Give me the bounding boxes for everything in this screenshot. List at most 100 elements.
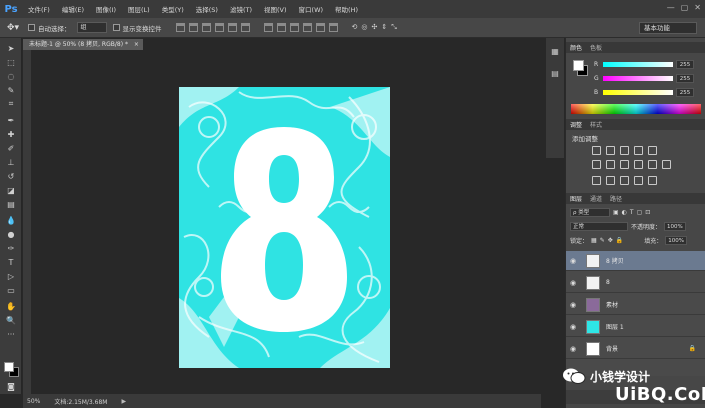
- photo-filter-icon[interactable]: [634, 160, 643, 169]
- align-vcenter-icon[interactable]: [188, 23, 198, 32]
- tab-layers[interactable]: 图层: [570, 194, 582, 203]
- visibility-eye-icon[interactable]: ◉: [566, 257, 580, 265]
- align-left-icon[interactable]: [214, 23, 224, 32]
- workspace-dropdown[interactable]: 基本功能: [639, 22, 697, 34]
- tab-paths[interactable]: 路径: [610, 194, 622, 203]
- menu-layer[interactable]: 图层(L): [122, 4, 156, 14]
- color-panel-foreground[interactable]: [573, 60, 584, 71]
- distribute-top-icon[interactable]: [263, 23, 273, 32]
- lasso-tool-icon[interactable]: ◌: [4, 70, 18, 82]
- menu-file[interactable]: 文件(F): [22, 4, 56, 14]
- color-lookup-icon[interactable]: [662, 160, 671, 169]
- align-hcenter-icon[interactable]: [227, 23, 237, 32]
- brush-tool-icon[interactable]: ✐: [4, 142, 18, 154]
- marquee-tool-icon[interactable]: ⬚: [4, 56, 18, 68]
- visibility-eye-icon[interactable]: ◉: [566, 301, 580, 309]
- layer-row-background[interactable]: ◉ 背景 🔒: [566, 339, 705, 359]
- document-tab[interactable]: 未标题-1 @ 50% (8 拷贝, RGB/8) * ×: [23, 39, 143, 50]
- color-balance-icon[interactable]: [606, 160, 615, 169]
- slider-b-track[interactable]: [603, 89, 673, 95]
- curves-icon[interactable]: [620, 146, 629, 155]
- posterize-icon[interactable]: [606, 176, 615, 185]
- visibility-eye-icon[interactable]: ◉: [566, 323, 580, 331]
- properties-panel-icon[interactable]: ▤: [550, 68, 560, 78]
- show-transform-checkbox[interactable]: [112, 24, 120, 31]
- show-transform-option[interactable]: 显示变换控件: [112, 23, 162, 33]
- zoom-level[interactable]: 50%: [27, 398, 40, 405]
- minimize-button[interactable]: —: [667, 3, 675, 12]
- blur-tool-icon[interactable]: 💧: [4, 214, 18, 226]
- black-white-icon[interactable]: [620, 160, 629, 169]
- distribute-right-icon[interactable]: [328, 23, 338, 32]
- menu-select[interactable]: 选择(S): [190, 4, 224, 14]
- slider-r-track[interactable]: [603, 61, 673, 67]
- auto-select-option[interactable]: 自动选择：: [28, 23, 71, 33]
- maximize-button[interactable]: ▢: [681, 3, 689, 12]
- 3d-drag-icon[interactable]: ✣: [371, 23, 377, 32]
- align-bottom-icon[interactable]: [201, 23, 211, 32]
- document-canvas[interactable]: [179, 87, 390, 368]
- visibility-eye-icon[interactable]: ◉: [566, 345, 580, 353]
- levels-icon[interactable]: [606, 146, 615, 155]
- history-brush-tool-icon[interactable]: ↺: [4, 170, 18, 182]
- slider-g-track[interactable]: [603, 75, 673, 81]
- pen-tool-icon[interactable]: ✑: [4, 242, 18, 254]
- crop-tool-icon[interactable]: ⌗: [4, 98, 18, 110]
- layer-row-material[interactable]: ◉ 素材: [566, 295, 705, 315]
- layer-row-layer-1[interactable]: ◉ 图层 1: [566, 317, 705, 337]
- channel-mixer-icon[interactable]: [648, 160, 657, 169]
- 3d-rotate-icon[interactable]: ⟲: [352, 23, 358, 32]
- lock-transparent-icon[interactable]: ▦: [591, 237, 597, 244]
- exposure-icon[interactable]: [634, 146, 643, 155]
- tab-styles[interactable]: 样式: [590, 120, 602, 129]
- tab-adjustments[interactable]: 调整: [570, 120, 582, 129]
- invert-icon[interactable]: [592, 176, 601, 185]
- 3d-slide-icon[interactable]: ⇕: [381, 23, 387, 32]
- eraser-tool-icon[interactable]: ◪: [4, 184, 18, 196]
- gradient-map-icon[interactable]: [634, 176, 643, 185]
- history-panel-icon[interactable]: ▦: [550, 46, 560, 56]
- quick-mask-icon[interactable]: ◙: [4, 380, 18, 392]
- menu-filter[interactable]: 滤镜(T): [224, 4, 258, 14]
- slider-g-value[interactable]: 255: [676, 73, 694, 83]
- move-tool-icon[interactable]: ➤: [4, 42, 18, 54]
- zoom-tool-icon[interactable]: 🔍: [4, 314, 18, 326]
- opacity-input[interactable]: 100%: [664, 222, 687, 231]
- close-window-button[interactable]: ✕: [694, 3, 701, 12]
- 3d-scale-icon[interactable]: ⤡: [391, 23, 397, 32]
- filter-smart-icon[interactable]: ⊡: [645, 209, 650, 216]
- 3d-roll-icon[interactable]: ◎: [361, 23, 367, 32]
- document-tab-close[interactable]: ×: [134, 41, 139, 48]
- lock-all-icon[interactable]: 🔒: [616, 237, 623, 244]
- shape-tool-icon[interactable]: ▭: [4, 284, 18, 296]
- distribute-hcenter-icon[interactable]: [315, 23, 325, 32]
- slider-r-value[interactable]: 255: [676, 59, 694, 69]
- align-top-icon[interactable]: [175, 23, 185, 32]
- distribute-bottom-icon[interactable]: [289, 23, 299, 32]
- align-right-icon[interactable]: [240, 23, 250, 32]
- tab-swatches[interactable]: 色板: [590, 43, 602, 52]
- lock-position-icon[interactable]: ✥: [608, 237, 613, 244]
- layer-row-8-copy[interactable]: ◉ 8 拷贝: [566, 251, 705, 271]
- selective-color-icon[interactable]: [648, 176, 657, 185]
- more-tools-icon[interactable]: ···: [4, 328, 18, 340]
- lock-image-icon[interactable]: ✎: [600, 237, 605, 244]
- status-menu-arrow-icon[interactable]: ▶: [121, 398, 126, 405]
- blend-mode-dropdown[interactable]: 正常: [570, 222, 628, 231]
- menu-help[interactable]: 帮助(H): [329, 4, 364, 14]
- menu-edit[interactable]: 编辑(E): [56, 4, 90, 14]
- hand-tool-icon[interactable]: ✋: [4, 300, 18, 312]
- vibrance-icon[interactable]: [648, 146, 657, 155]
- slider-b-value[interactable]: 255: [676, 87, 694, 97]
- layer-filter-dropdown[interactable]: ρ 类型: [570, 208, 610, 217]
- dodge-tool-icon[interactable]: ●: [4, 228, 18, 240]
- eyedropper-tool-icon[interactable]: ✒: [4, 114, 18, 126]
- quick-select-tool-icon[interactable]: ✎: [4, 84, 18, 96]
- auto-select-dropdown[interactable]: 组: [76, 22, 107, 33]
- clone-stamp-tool-icon[interactable]: ⊥: [4, 156, 18, 168]
- tab-color[interactable]: 颜色: [570, 43, 582, 52]
- auto-select-checkbox[interactable]: [28, 24, 35, 31]
- fill-input[interactable]: 100%: [665, 236, 688, 245]
- distribute-vcenter-icon[interactable]: [276, 23, 286, 32]
- filter-pixel-icon[interactable]: ▣: [613, 209, 619, 216]
